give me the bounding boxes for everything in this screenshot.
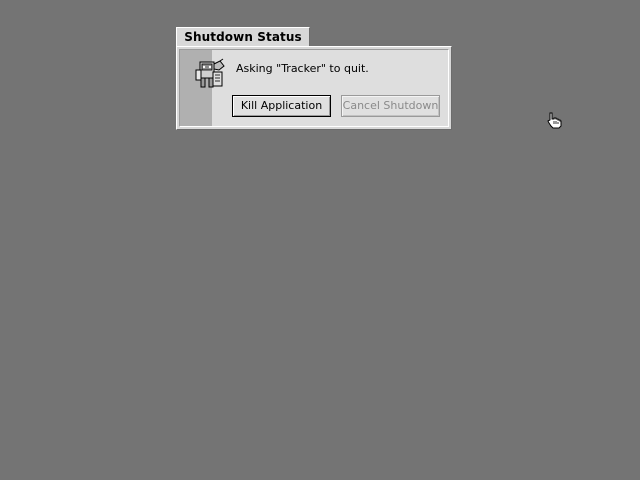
window-content: Asking "Tracker" to quit. Kill Applicati… bbox=[179, 49, 449, 127]
hand-pointer-icon bbox=[547, 112, 562, 129]
shutdown-status-window: Asking "Tracker" to quit. Kill Applicati… bbox=[176, 46, 452, 130]
kill-application-button[interactable]: Kill Application bbox=[232, 95, 331, 117]
window-title-tab[interactable]: Shutdown Status bbox=[176, 27, 310, 46]
shutdown-message: Asking "Tracker" to quit. bbox=[236, 62, 369, 75]
shutdown-app-icon bbox=[195, 58, 225, 88]
window-title: Shutdown Status bbox=[184, 30, 302, 44]
cancel-shutdown-button: Cancel Shutdown bbox=[341, 95, 440, 117]
